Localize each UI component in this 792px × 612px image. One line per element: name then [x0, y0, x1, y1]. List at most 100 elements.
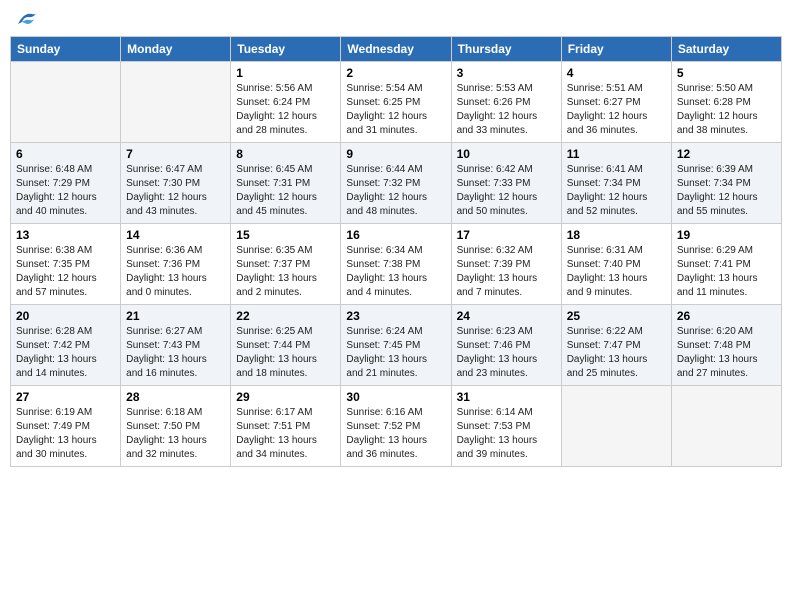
page-header: [10, 10, 782, 28]
calendar-cell: [11, 62, 121, 143]
calendar-cell: [671, 386, 781, 467]
col-header-wednesday: Wednesday: [341, 37, 451, 62]
logo-bird-icon: [16, 10, 38, 28]
day-info: Sunrise: 6:47 AM Sunset: 7:30 PM Dayligh…: [126, 163, 225, 219]
col-header-saturday: Saturday: [671, 37, 781, 62]
day-number: 3: [457, 66, 556, 80]
day-number: 16: [346, 228, 445, 242]
calendar-week-row: 6 Sunrise: 6:48 AM Sunset: 7:29 PM Daylig…: [11, 143, 782, 224]
calendar-cell: 13 Sunrise: 6:38 AM Sunset: 7:35 PM Dayli…: [11, 224, 121, 305]
calendar-cell: 10Sunrise: 6:42 AM Sunset: 7:33 PM Dayli…: [451, 143, 561, 224]
day-number: 18: [567, 228, 666, 242]
day-info: Sunrise: 6:44 AM Sunset: 7:32 PM Dayligh…: [346, 163, 445, 219]
day-info: Sunrise: 6:22 AM Sunset: 7:47 PM Dayligh…: [567, 325, 666, 381]
calendar-cell: 6 Sunrise: 6:48 AM Sunset: 7:29 PM Daylig…: [11, 143, 121, 224]
day-number: 13: [16, 228, 115, 242]
day-number: 28: [126, 390, 225, 404]
day-info: Sunrise: 6:39 AM Sunset: 7:34 PM Dayligh…: [677, 163, 776, 219]
calendar-cell: [561, 386, 671, 467]
col-header-sunday: Sunday: [11, 37, 121, 62]
day-number: 24: [457, 309, 556, 323]
day-number: 14: [126, 228, 225, 242]
day-number: 27: [16, 390, 115, 404]
day-number: 30: [346, 390, 445, 404]
day-info: Sunrise: 6:27 AM Sunset: 7:43 PM Dayligh…: [126, 325, 225, 381]
calendar-cell: 21Sunrise: 6:27 AM Sunset: 7:43 PM Dayli…: [121, 305, 231, 386]
calendar-cell: 1Sunrise: 5:56 AM Sunset: 6:24 PM Daylig…: [231, 62, 341, 143]
day-info: Sunrise: 6:31 AM Sunset: 7:40 PM Dayligh…: [567, 244, 666, 300]
day-number: 4: [567, 66, 666, 80]
day-info: Sunrise: 6:38 AM Sunset: 7:35 PM Dayligh…: [16, 244, 115, 300]
day-info: Sunrise: 5:56 AM Sunset: 6:24 PM Dayligh…: [236, 82, 335, 138]
calendar-cell: 26 Sunrise: 6:20 AM Sunset: 7:48 PM Dayli…: [671, 305, 781, 386]
day-info: Sunrise: 6:35 AM Sunset: 7:37 PM Dayligh…: [236, 244, 335, 300]
calendar-cell: 31Sunrise: 6:14 AM Sunset: 7:53 PM Dayli…: [451, 386, 561, 467]
calendar-cell: 4 Sunrise: 5:51 AM Sunset: 6:27 PM Daylig…: [561, 62, 671, 143]
calendar-cell: 18 Sunrise: 6:31 AM Sunset: 7:40 PM Dayli…: [561, 224, 671, 305]
calendar-cell: 20Sunrise: 6:28 AM Sunset: 7:42 PM Dayli…: [11, 305, 121, 386]
calendar-cell: 30Sunrise: 6:16 AM Sunset: 7:52 PM Dayli…: [341, 386, 451, 467]
day-number: 11: [567, 147, 666, 161]
day-number: 26: [677, 309, 776, 323]
col-header-thursday: Thursday: [451, 37, 561, 62]
day-info: Sunrise: 5:50 AM Sunset: 6:28 PM Dayligh…: [677, 82, 776, 138]
calendar-cell: 23 Sunrise: 6:24 AM Sunset: 7:45 PM Dayli…: [341, 305, 451, 386]
day-number: 7: [126, 147, 225, 161]
day-info: Sunrise: 6:19 AM Sunset: 7:49 PM Dayligh…: [16, 406, 115, 462]
calendar-cell: 28Sunrise: 6:18 AM Sunset: 7:50 PM Dayli…: [121, 386, 231, 467]
day-number: 22: [236, 309, 335, 323]
calendar-cell: 12 Sunrise: 6:39 AM Sunset: 7:34 PM Dayli…: [671, 143, 781, 224]
calendar-cell: 3 Sunrise: 5:53 AM Sunset: 6:26 PM Daylig…: [451, 62, 561, 143]
day-number: 17: [457, 228, 556, 242]
day-info: Sunrise: 6:25 AM Sunset: 7:44 PM Dayligh…: [236, 325, 335, 381]
day-number: 12: [677, 147, 776, 161]
day-number: 15: [236, 228, 335, 242]
calendar-cell: 5 Sunrise: 5:50 AM Sunset: 6:28 PM Daylig…: [671, 62, 781, 143]
day-info: Sunrise: 6:29 AM Sunset: 7:41 PM Dayligh…: [677, 244, 776, 300]
calendar-week-row: 20Sunrise: 6:28 AM Sunset: 7:42 PM Dayli…: [11, 305, 782, 386]
day-info: Sunrise: 5:53 AM Sunset: 6:26 PM Dayligh…: [457, 82, 556, 138]
calendar-cell: 2 Sunrise: 5:54 AM Sunset: 6:25 PM Daylig…: [341, 62, 451, 143]
day-info: Sunrise: 6:42 AM Sunset: 7:33 PM Dayligh…: [457, 163, 556, 219]
calendar-week-row: 1Sunrise: 5:56 AM Sunset: 6:24 PM Daylig…: [11, 62, 782, 143]
day-number: 2: [346, 66, 445, 80]
day-info: Sunrise: 5:51 AM Sunset: 6:27 PM Dayligh…: [567, 82, 666, 138]
calendar-header-row: SundayMondayTuesdayWednesdayThursdayFrid…: [11, 37, 782, 62]
day-number: 6: [16, 147, 115, 161]
day-info: Sunrise: 6:45 AM Sunset: 7:31 PM Dayligh…: [236, 163, 335, 219]
col-header-tuesday: Tuesday: [231, 37, 341, 62]
col-header-friday: Friday: [561, 37, 671, 62]
col-header-monday: Monday: [121, 37, 231, 62]
day-number: 5: [677, 66, 776, 80]
day-info: Sunrise: 6:34 AM Sunset: 7:38 PM Dayligh…: [346, 244, 445, 300]
day-number: 23: [346, 309, 445, 323]
calendar-cell: 11 Sunrise: 6:41 AM Sunset: 7:34 PM Dayli…: [561, 143, 671, 224]
calendar-cell: 22 Sunrise: 6:25 AM Sunset: 7:44 PM Dayli…: [231, 305, 341, 386]
calendar-cell: 8 Sunrise: 6:45 AM Sunset: 7:31 PM Daylig…: [231, 143, 341, 224]
calendar-cell: 29Sunrise: 6:17 AM Sunset: 7:51 PM Dayli…: [231, 386, 341, 467]
calendar-cell: 24Sunrise: 6:23 AM Sunset: 7:46 PM Dayli…: [451, 305, 561, 386]
day-number: 9: [346, 147, 445, 161]
logo: [14, 10, 38, 28]
calendar-cell: 27 Sunrise: 6:19 AM Sunset: 7:49 PM Dayli…: [11, 386, 121, 467]
calendar-cell: 15 Sunrise: 6:35 AM Sunset: 7:37 PM Dayli…: [231, 224, 341, 305]
calendar-cell: 19 Sunrise: 6:29 AM Sunset: 7:41 PM Dayli…: [671, 224, 781, 305]
day-info: Sunrise: 6:17 AM Sunset: 7:51 PM Dayligh…: [236, 406, 335, 462]
day-info: Sunrise: 6:14 AM Sunset: 7:53 PM Dayligh…: [457, 406, 556, 462]
day-info: Sunrise: 6:36 AM Sunset: 7:36 PM Dayligh…: [126, 244, 225, 300]
day-info: Sunrise: 6:24 AM Sunset: 7:45 PM Dayligh…: [346, 325, 445, 381]
day-info: Sunrise: 6:20 AM Sunset: 7:48 PM Dayligh…: [677, 325, 776, 381]
day-info: Sunrise: 6:48 AM Sunset: 7:29 PM Dayligh…: [16, 163, 115, 219]
day-number: 25: [567, 309, 666, 323]
day-number: 20: [16, 309, 115, 323]
day-info: Sunrise: 5:54 AM Sunset: 6:25 PM Dayligh…: [346, 82, 445, 138]
calendar-cell: 7 Sunrise: 6:47 AM Sunset: 7:30 PM Daylig…: [121, 143, 231, 224]
day-number: 8: [236, 147, 335, 161]
calendar-cell: [121, 62, 231, 143]
day-info: Sunrise: 6:41 AM Sunset: 7:34 PM Dayligh…: [567, 163, 666, 219]
calendar-cell: 9 Sunrise: 6:44 AM Sunset: 7:32 PM Daylig…: [341, 143, 451, 224]
day-number: 19: [677, 228, 776, 242]
day-info: Sunrise: 6:32 AM Sunset: 7:39 PM Dayligh…: [457, 244, 556, 300]
calendar-week-row: 13 Sunrise: 6:38 AM Sunset: 7:35 PM Dayli…: [11, 224, 782, 305]
calendar-table: SundayMondayTuesdayWednesdayThursdayFrid…: [10, 36, 782, 467]
